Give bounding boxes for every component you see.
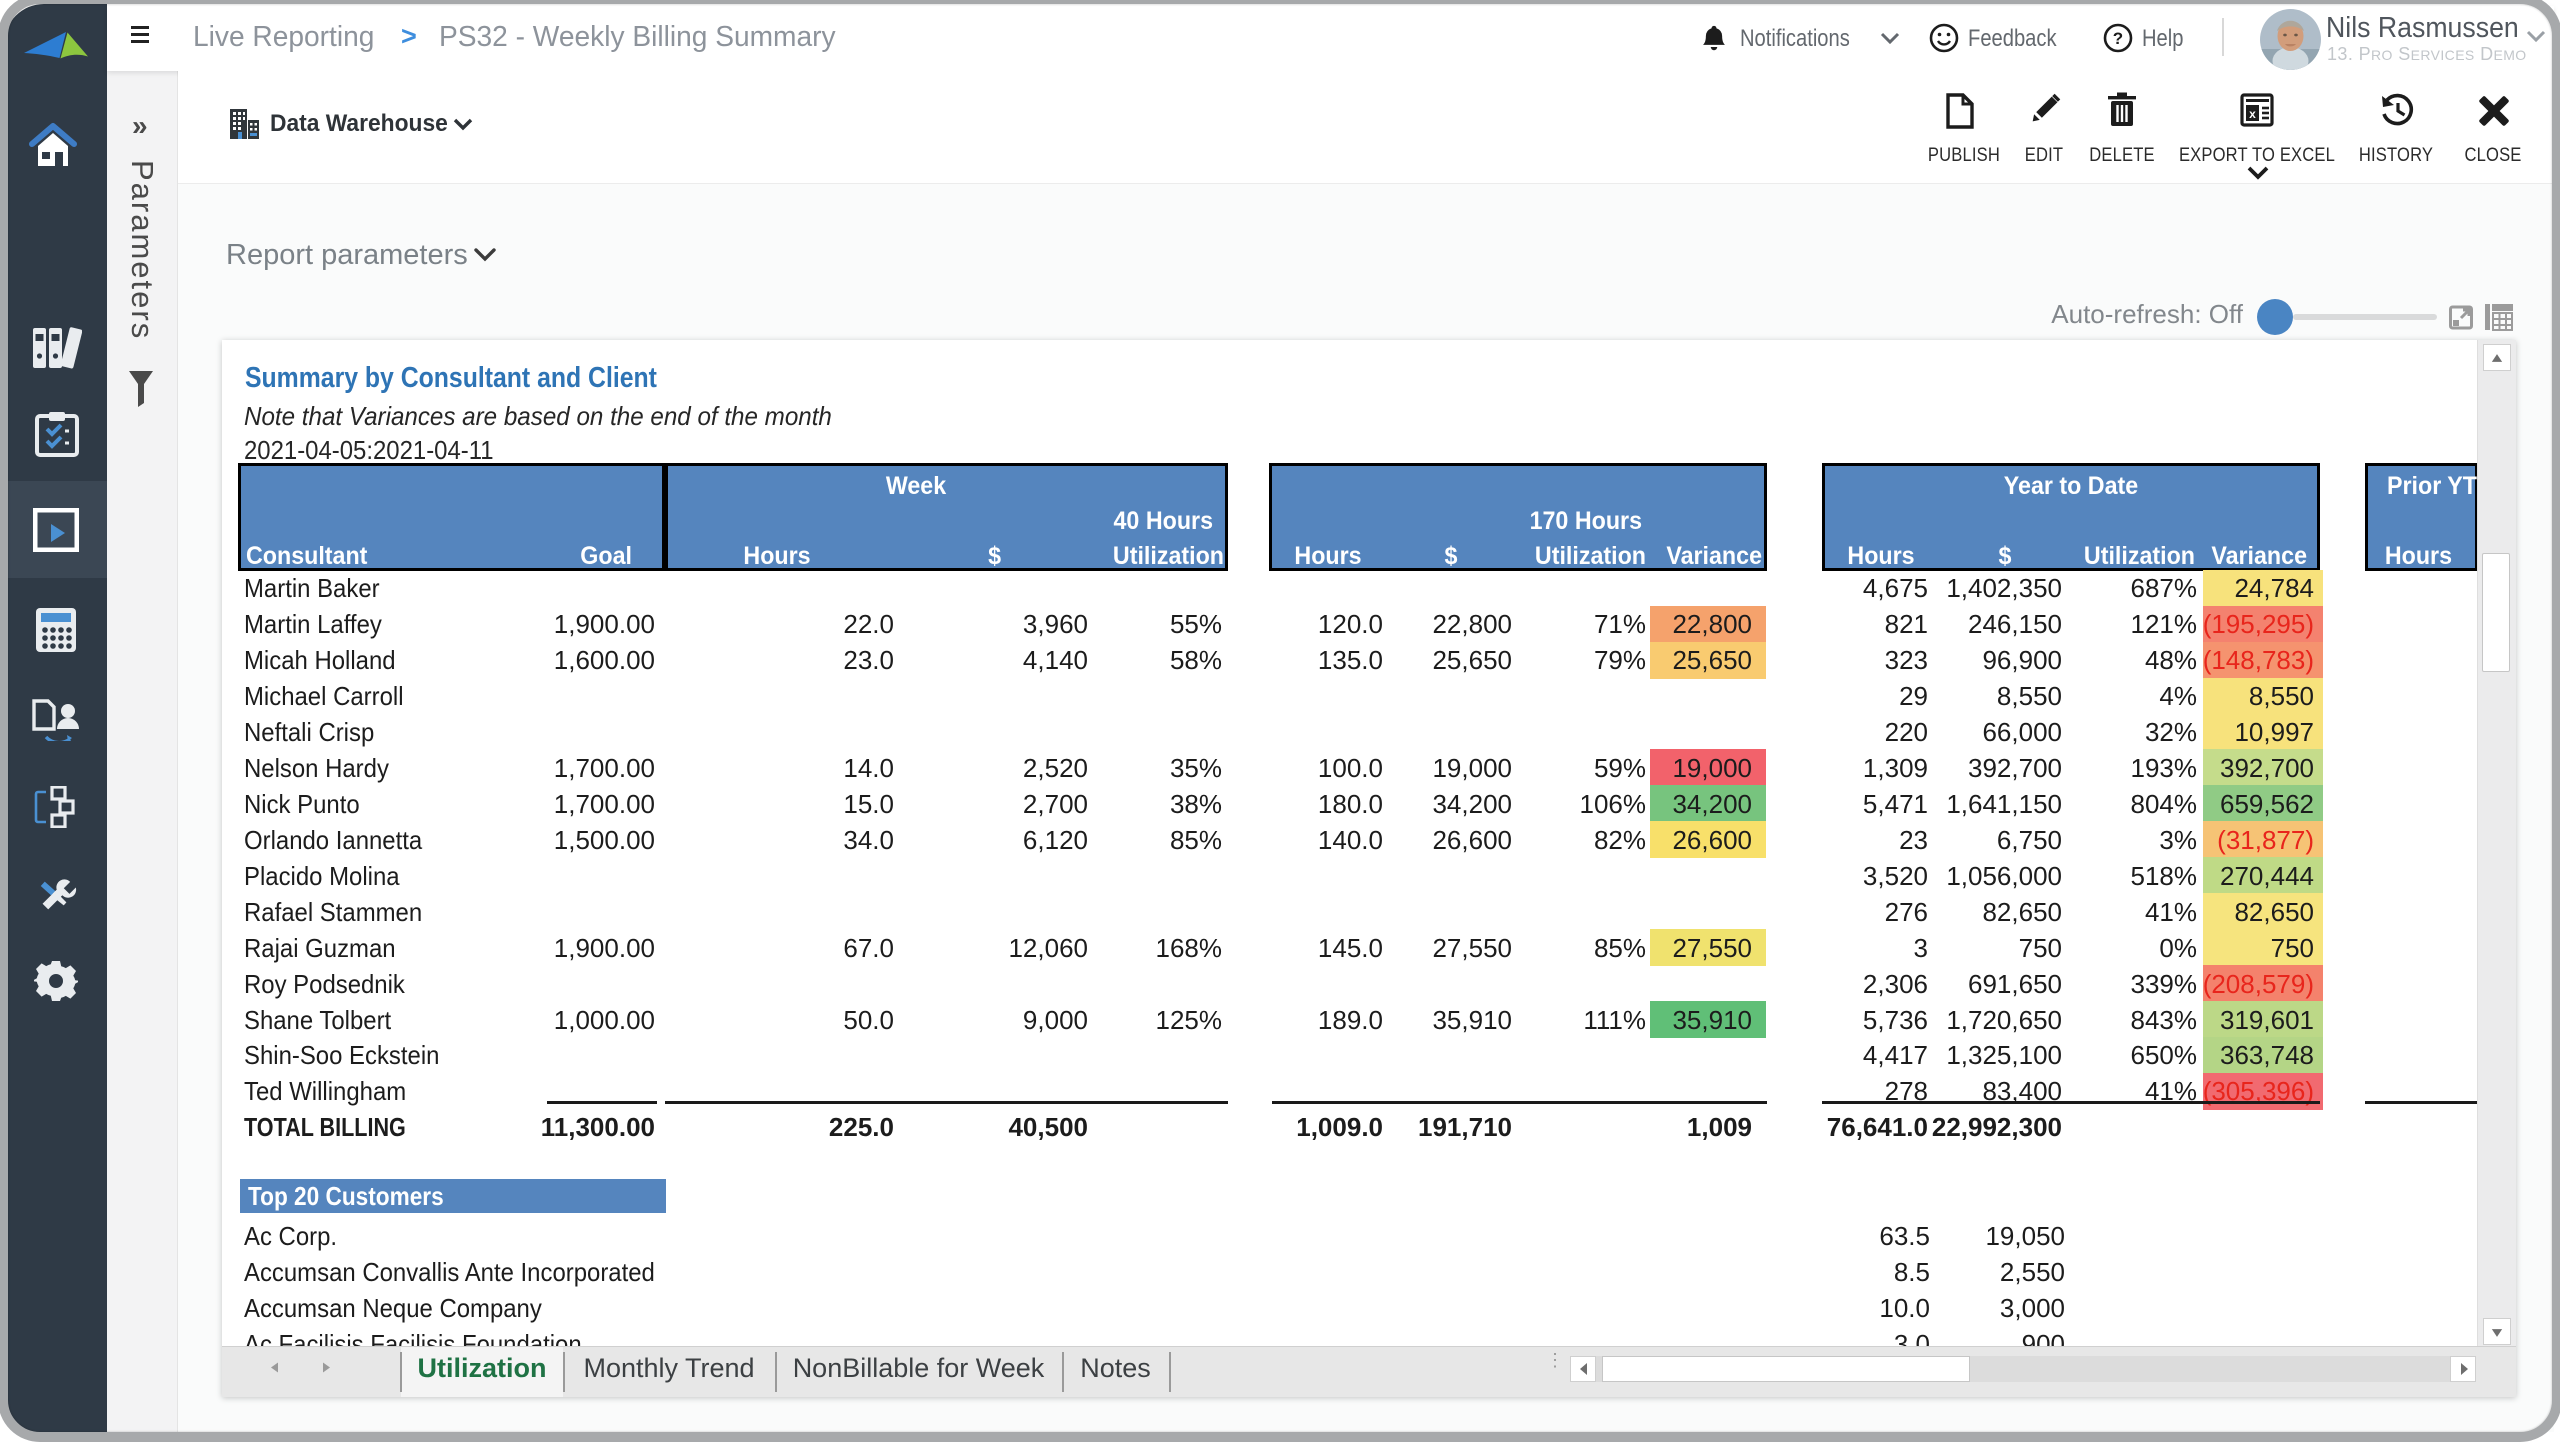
- svg-text:?: ?: [2113, 29, 2123, 48]
- svg-text:x: x: [2249, 107, 2256, 121]
